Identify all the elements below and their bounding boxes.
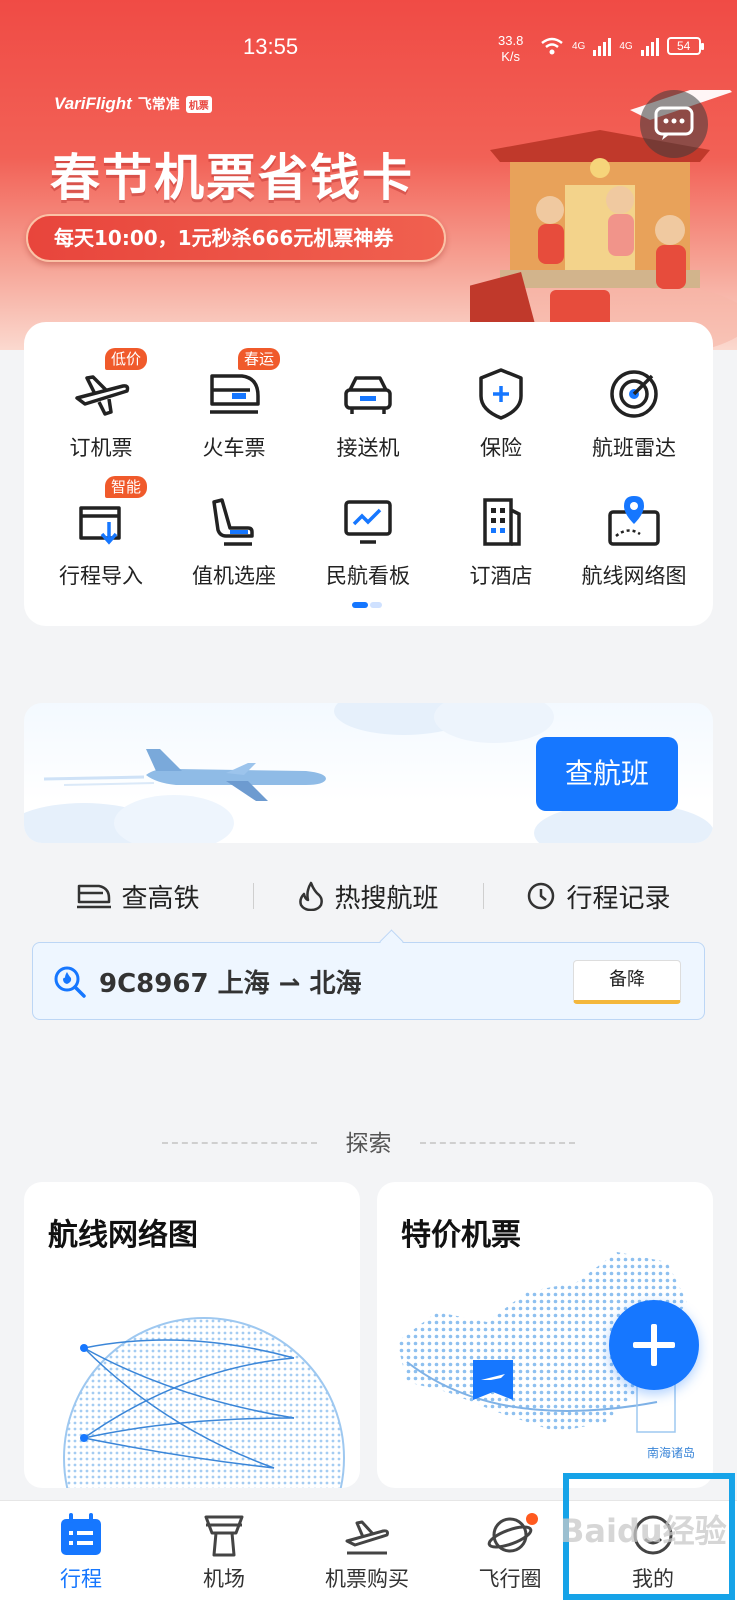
quick-link-label: 热搜航班 — [334, 883, 439, 914]
signal-icon — [640, 36, 659, 56]
tab-label: 机票购买 — [325, 1567, 409, 1591]
tab-label: 行程 — [60, 1567, 102, 1591]
quick-link-high-speed-rail[interactable]: 查高铁 — [24, 878, 253, 915]
service-book-flight[interactable]: 低价 订机票 — [41, 348, 161, 462]
divider — [420, 1142, 575, 1144]
signal-icon — [593, 36, 612, 56]
service-aviation-dashboard[interactable]: 民航看板 — [308, 492, 428, 590]
network-speed: 33.8 K/s — [498, 33, 523, 65]
tab-airport[interactable]: 机场 — [164, 1511, 284, 1593]
brand-name-cn: 飞常准 — [137, 97, 180, 113]
service-label: 订机票 — [69, 436, 133, 460]
service-train-ticket[interactable]: 春运 火车票 — [174, 348, 294, 462]
search-flight-button[interactable]: 查航班 — [536, 737, 678, 811]
tab-itinerary[interactable]: 行程 — [21, 1511, 141, 1593]
wifi-icon — [541, 37, 563, 55]
tab-label: 飞行圈 — [478, 1567, 542, 1591]
airport-tower-icon — [204, 1515, 244, 1557]
speed-value: 33.8 — [498, 33, 524, 48]
service-hotel[interactable]: 订酒店 — [441, 492, 561, 590]
page-dot-active — [352, 602, 368, 608]
explore-card-title: 航线网络图 — [48, 1218, 198, 1253]
itinerary-icon — [61, 1513, 101, 1555]
service-label: 订酒店 — [469, 564, 533, 588]
page-dot — [370, 602, 382, 608]
chat-bubble-icon — [654, 106, 694, 140]
chat-button[interactable] — [640, 90, 708, 158]
explore-card-route-network[interactable]: 航线网络图 — [24, 1182, 360, 1488]
import-icon — [79, 506, 121, 545]
service-label: 航线网络图 — [581, 564, 687, 588]
service-insurance[interactable]: 保险 — [441, 364, 561, 462]
quick-links: 查高铁 热搜航班 行程记录 — [24, 870, 713, 922]
brand-name-en: VariFlight — [54, 94, 132, 113]
map-caption: 南海诸岛 — [647, 1446, 696, 1460]
train-icon — [77, 884, 112, 909]
banner-subtitle: 每天10:00，1元秒杀666元机票神券 — [26, 214, 446, 262]
globe-illustration — [63, 1317, 345, 1488]
service-badge: 春运 — [238, 348, 281, 370]
status-bar: 13:55 33.8 K/s 4G 4G 54 — [0, 0, 737, 80]
service-label: 值机选座 — [192, 564, 276, 588]
shield-icon — [479, 368, 523, 420]
explore-heading: 探索 — [345, 1131, 392, 1157]
service-label: 航班雷达 — [592, 436, 676, 460]
tab-buy-ticket[interactable]: 机票购买 — [307, 1511, 427, 1593]
hot-flight-text: 9C8967 上海 ⇀ 北海 — [99, 969, 362, 999]
network-type-2: 4G — [619, 40, 633, 52]
radar-icon — [610, 370, 658, 418]
service-badge: 低价 — [105, 348, 148, 370]
status-time: 13:55 — [243, 34, 299, 59]
service-badge: 智能 — [105, 476, 148, 498]
car-icon — [344, 376, 392, 414]
promo-banner[interactable]: 13:55 33.8 K/s 4G 4G 54 VariFlight 飞常准 机… — [0, 0, 737, 350]
clock-icon — [528, 882, 555, 910]
add-floating-button[interactable] — [609, 1300, 699, 1390]
service-label: 接送机 — [336, 436, 400, 460]
quick-link-hot-flights[interactable]: 热搜航班 — [254, 878, 483, 915]
hot-flight-item[interactable]: 9C8967 上海 ⇀ 北海 备降 — [32, 942, 705, 1020]
services-grid: 低价 订机票 春运 火车票 接送机 保险 航班雷达 智能 行程导入 值机选座 民… — [24, 322, 713, 626]
plane-ticket-icon — [345, 1520, 389, 1555]
service-check-in[interactable]: 值机选座 — [174, 492, 294, 590]
network-type-1: 4G — [572, 40, 586, 52]
hotel-icon — [483, 498, 521, 546]
airplane-illustration — [146, 749, 326, 801]
speed-unit: K/s — [501, 49, 521, 64]
tab-flight-circle[interactable]: 飞行圈 — [450, 1511, 570, 1593]
dashboard-icon — [344, 500, 392, 544]
plane-icon — [75, 375, 130, 416]
service-airport-transfer[interactable]: 接送机 — [308, 364, 428, 462]
quick-link-trip-history[interactable]: 行程记录 — [484, 878, 713, 915]
service-flight-radar[interactable]: 航班雷达 — [574, 364, 694, 462]
service-label: 保险 — [480, 436, 522, 460]
page-indicator — [352, 602, 382, 608]
service-label: 行程导入 — [59, 564, 143, 588]
battery-icon: 54 — [666, 37, 704, 55]
service-label: 民航看板 — [326, 564, 410, 588]
watermark: Baidu经验 — [560, 1512, 727, 1550]
quick-link-label: 行程记录 — [566, 883, 671, 914]
service-route-map[interactable]: 航线网络图 — [574, 492, 694, 590]
diversion-button[interactable]: 备降 — [573, 960, 681, 1004]
notification-dot — [526, 1513, 538, 1525]
train-icon — [210, 374, 260, 414]
flight-search-card: 查航班 — [24, 703, 713, 843]
status-icons: 4G 4G 54 — [540, 36, 704, 56]
service-label: 火车票 — [202, 436, 266, 460]
seat-icon — [212, 498, 254, 546]
service-trip-import[interactable]: 智能 行程导入 — [41, 476, 161, 590]
fire-icon — [299, 881, 324, 911]
tab-label: 机场 — [203, 1567, 245, 1591]
banner-title: 春节机票省钱卡 — [50, 149, 414, 207]
brand-tag: 机票 — [185, 95, 212, 113]
hot-search-icon — [54, 966, 86, 998]
brand-logo: VariFlight 飞常准 机票 — [54, 94, 212, 114]
quick-link-label: 查高铁 — [121, 883, 200, 914]
route-map-icon — [608, 496, 660, 546]
